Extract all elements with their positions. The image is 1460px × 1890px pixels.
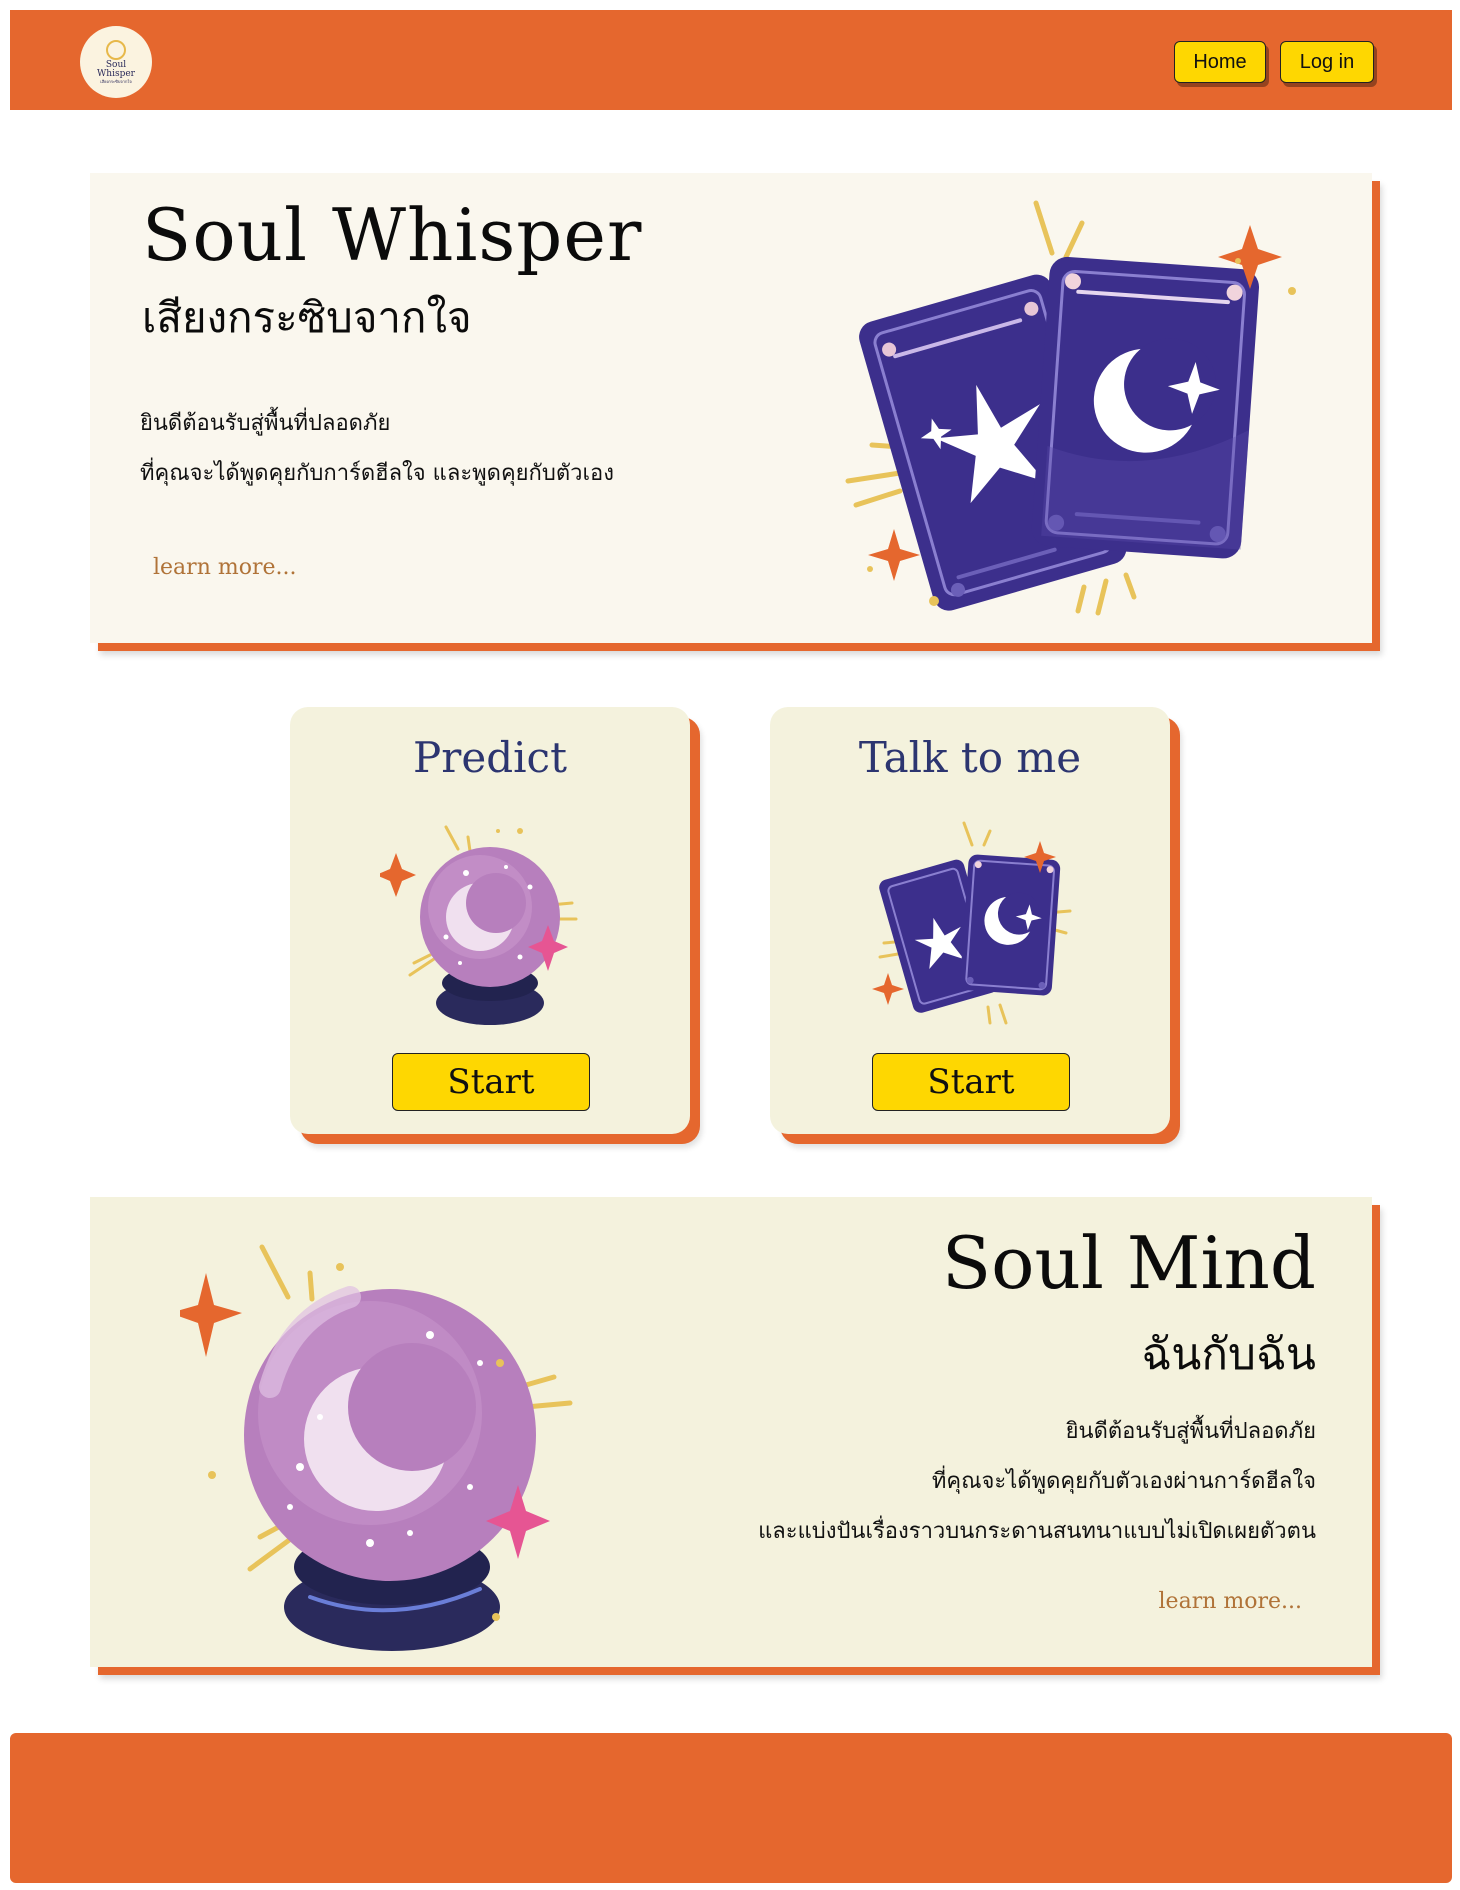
- top-navbar: Soul Whisper เสียงกระซิบจากใจ Home Log i…: [10, 10, 1452, 110]
- predict-start-button[interactable]: Start: [392, 1053, 590, 1111]
- login-button[interactable]: Log in: [1280, 41, 1374, 83]
- hero-banner: Soul Whisper เสียงกระซิบจากใจ ยินดีต้อนร…: [90, 173, 1372, 643]
- footer-bar: [10, 1733, 1452, 1883]
- soul-whisper-logo[interactable]: Soul Whisper เสียงกระซิบจากใจ: [80, 26, 152, 98]
- soul-mind-banner: Soul Mind ฉันกับฉัน ยินดีต้อนรับสู่พื้นท…: [90, 1197, 1372, 1667]
- logo-eye-icon: [106, 39, 126, 60]
- tarot-cards-icon: [872, 821, 1072, 1025]
- soul-mind-description-line2: ที่คุณจะได้พูดคุยกับตัวเองผ่านการ์ดฮีลใจ: [931, 1469, 1316, 1494]
- logo-text-line2: Whisper: [97, 68, 135, 79]
- logo-text-line3: เสียงกระซิบจากใจ: [100, 78, 132, 84]
- talk-to-me-start-button[interactable]: Start: [872, 1053, 1070, 1111]
- hero-description-line2: ที่คุณจะได้พูดคุยกับการ์ดฮีลใจ และพูดคุย…: [140, 461, 614, 486]
- soul-mind-title: Soul Mind: [941, 1221, 1316, 1305]
- soul-mind-description-line1: ยินดีต้อนรับสู่พื้นที่ปลอดภัย: [1065, 1419, 1316, 1444]
- predict-card-title: Predict: [413, 733, 567, 782]
- soul-mind-learn-more-link[interactable]: learn more...: [1159, 1589, 1302, 1614]
- home-button[interactable]: Home: [1174, 41, 1266, 83]
- hero-subtitle: เสียงกระซิบจากใจ: [142, 293, 472, 342]
- predict-card: Predict Start: [290, 707, 690, 1134]
- soul-mind-subtitle: ฉันกับฉัน: [1141, 1329, 1316, 1380]
- talk-to-me-card-title: Talk to me: [858, 733, 1082, 782]
- hero-learn-more-link[interactable]: learn more...: [153, 555, 296, 580]
- talk-to-me-card: Talk to me Start: [770, 707, 1170, 1134]
- crystal-ball-illustration: [180, 1244, 573, 1651]
- hero-description-line1: ยินดีต้อนรับสู่พื้นที่ปลอดภัย: [140, 411, 391, 436]
- soul-mind-description-line3: และแบ่งปันเรื่องราวบนกระดานสนทนาแบบไม่เป…: [758, 1519, 1316, 1544]
- tarot-cards-illustration: [845, 200, 1296, 616]
- hero-title: Soul Whisper: [142, 193, 643, 277]
- crystal-ball-icon: [380, 825, 578, 1025]
